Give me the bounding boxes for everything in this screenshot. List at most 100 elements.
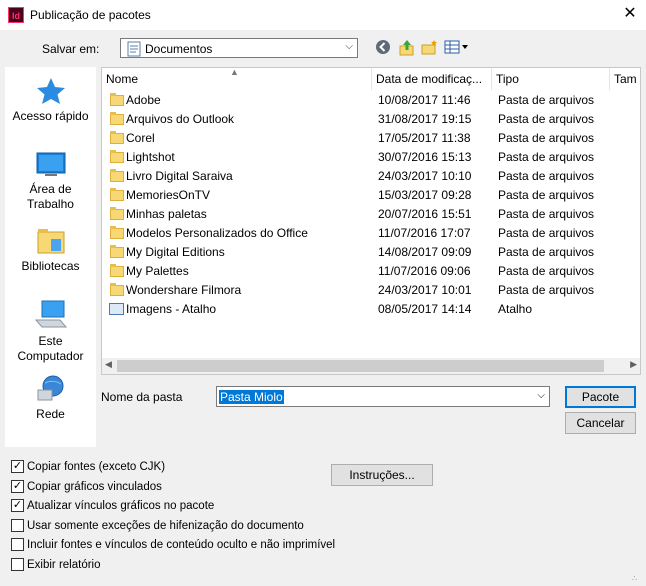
file-row[interactable]: My Digital Editions 14/08/2017 09:09 Pasta… (102, 243, 640, 262)
folder-icon (110, 207, 124, 220)
column-header-date[interactable]: Data de modificaç... (372, 68, 492, 90)
file-date: 10/08/2017 11:46 (378, 93, 471, 107)
resize-grip[interactable]: ∴ (632, 574, 637, 583)
back-arrow-icon (376, 40, 390, 54)
file-list[interactable]: Nome ▲ Data de modificaç... Tipo Tam Ado… (101, 67, 641, 375)
file-type: Pasta de arquivos (498, 188, 595, 202)
view-grid-icon (444, 40, 468, 54)
option-label: Exibir relatório (27, 559, 101, 571)
chevron-down-icon[interactable]: ⌵ (537, 390, 545, 401)
file-date: 17/05/2017 11:38 (378, 131, 471, 145)
close-button[interactable]: ✕ (620, 4, 640, 24)
instructions-button[interactable]: Instruções... (331, 464, 433, 486)
save-in-value: Documentos (145, 42, 213, 56)
file-type: Pasta de arquivos (498, 245, 595, 259)
file-name: Imagens - Atalho (126, 302, 217, 316)
save-in-dropdown[interactable]: Documentos ⌵ (120, 38, 358, 58)
place-label: Rede (36, 407, 65, 421)
column-header-name[interactable]: Nome ▲ (102, 68, 372, 90)
folder-icon (110, 226, 124, 239)
file-date: 24/03/2017 10:01 (378, 283, 472, 297)
folder-name-input[interactable]: Pasta Miolo ⌵ (216, 386, 550, 407)
file-date: 31/08/2017 19:15 (378, 112, 472, 126)
file-type: Pasta de arquivos (498, 264, 595, 278)
horizontal-scrollbar[interactable]: ◀ ▶ (102, 358, 640, 374)
file-type: Pasta de arquivos (498, 226, 595, 240)
file-row[interactable]: Minhas paletas 20/07/2016 15:51 Pasta de a… (102, 205, 640, 224)
back-button[interactable] (374, 39, 392, 57)
checkbox-checked[interactable]: ✓ (11, 499, 24, 513)
checkbox-unchecked[interactable] (11, 538, 24, 552)
folder-icon (110, 131, 124, 144)
new-folder-icon (421, 40, 437, 55)
file-date: 11/07/2016 17:07 (378, 226, 471, 240)
file-row[interactable]: Corel 17/05/2017 11:38 Pasta de arquivos (102, 129, 640, 148)
file-name: Corel (126, 131, 155, 145)
file-type: Pasta de arquivos (498, 207, 595, 221)
folder-icon (110, 283, 124, 296)
sort-ascending-icon: ▲ (230, 67, 239, 77)
chevron-down-icon: ⌵ (345, 41, 353, 52)
save-in-label: Salvar em: (42, 42, 100, 56)
file-date: 24/03/2017 10:10 (378, 169, 472, 183)
cancel-button[interactable]: Cancelar (565, 412, 636, 434)
column-header-size[interactable]: Tam (610, 68, 640, 90)
file-name: Arquivos do Outlook (126, 112, 235, 126)
file-name: My Palettes (126, 264, 189, 278)
file-row[interactable]: Wondershare Filmora 24/03/2017 10:01 Pasta… (102, 281, 640, 300)
file-date: 11/07/2016 09:06 (378, 264, 471, 278)
file-name: MemoriesOnTV (126, 188, 211, 202)
place-label: Este Computador (17, 334, 84, 363)
file-row[interactable]: MemoriesOnTV 15/03/2017 09:28 Pasta de arq… (102, 186, 640, 205)
file-row[interactable]: Adobe 10/08/2017 11:46 Pasta de arquivos (102, 91, 640, 110)
up-folder-button[interactable] (398, 39, 416, 57)
places-bar: Acesso rápido Área de Trabalho Bibliotec… (5, 67, 96, 447)
file-name: Adobe (126, 93, 161, 107)
file-row[interactable]: My Palettes 11/07/2016 09:06 Pasta de arqu… (102, 262, 640, 281)
window-title: Publicação de pacotes (30, 8, 151, 22)
star-icon (36, 78, 65, 104)
file-name: My Digital Editions (126, 245, 225, 259)
folder-icon (110, 112, 124, 125)
file-type: Pasta de arquivos (498, 169, 595, 183)
computer-icon (34, 300, 67, 328)
place-desktop[interactable]: Área de Trabalho (5, 152, 96, 212)
place-quick-access[interactable]: Acesso rápido (5, 77, 96, 124)
file-row[interactable]: Arquivos do Outlook 31/08/2017 19:15 Pasta… (102, 110, 640, 129)
checkbox-checked[interactable]: ✓ (11, 460, 24, 473)
scroll-right-icon[interactable]: ▶ (630, 359, 637, 370)
file-name: Minhas paletas (126, 207, 207, 221)
column-type-label: Tipo (496, 72, 519, 86)
file-name: Wondershare Filmora (126, 283, 242, 297)
file-type: Pasta de arquivos (498, 93, 595, 107)
package-button[interactable]: Pacote (565, 386, 636, 408)
checkbox-unchecked[interactable] (11, 558, 24, 571)
column-header-type[interactable]: Tipo (492, 68, 610, 90)
folder-icon (110, 150, 124, 163)
desktop-icon (36, 152, 65, 176)
file-date: 15/03/2017 09:28 (378, 188, 472, 202)
file-type: Atalho (498, 302, 533, 316)
place-this-pc[interactable]: Este Computador (5, 300, 96, 364)
file-row[interactable]: Livro Digital Saraiva 24/03/2017 10:10 Pas… (102, 167, 640, 186)
option-label: Incluir fontes e vínculos de conteúdo oc… (27, 539, 336, 552)
checkbox-checked[interactable]: ✓ (11, 479, 24, 493)
place-label: Acesso rápido (12, 109, 89, 123)
new-folder-button[interactable] (420, 39, 438, 57)
file-row[interactable]: Imagens - Atalho 08/05/2017 14:14 Atalho (102, 300, 640, 319)
folder-icon (110, 188, 124, 201)
file-row[interactable]: Modelos Personalizados do Office 11/07/20… (102, 224, 640, 243)
scrollbar-thumb[interactable] (117, 360, 604, 372)
view-menu-button[interactable] (444, 39, 470, 57)
file-date: 30/07/2016 15:13 (378, 150, 472, 164)
place-libraries[interactable]: Bibliotecas (5, 227, 96, 274)
file-row[interactable]: Lightshot 30/07/2016 15:13 Pasta de arquiv… (102, 148, 640, 167)
column-name-label: Nome (106, 72, 139, 86)
folder-name-label: Nome da pasta (101, 390, 183, 404)
folder-name-value: Pasta Miolo (219, 390, 284, 404)
place-label: Área de Trabalho (27, 182, 74, 211)
file-type: Pasta de arquivos (498, 112, 595, 126)
checkbox-unchecked[interactable] (11, 518, 24, 532)
scroll-left-icon[interactable]: ◀ (105, 359, 112, 370)
place-network[interactable]: Rede (5, 375, 96, 422)
